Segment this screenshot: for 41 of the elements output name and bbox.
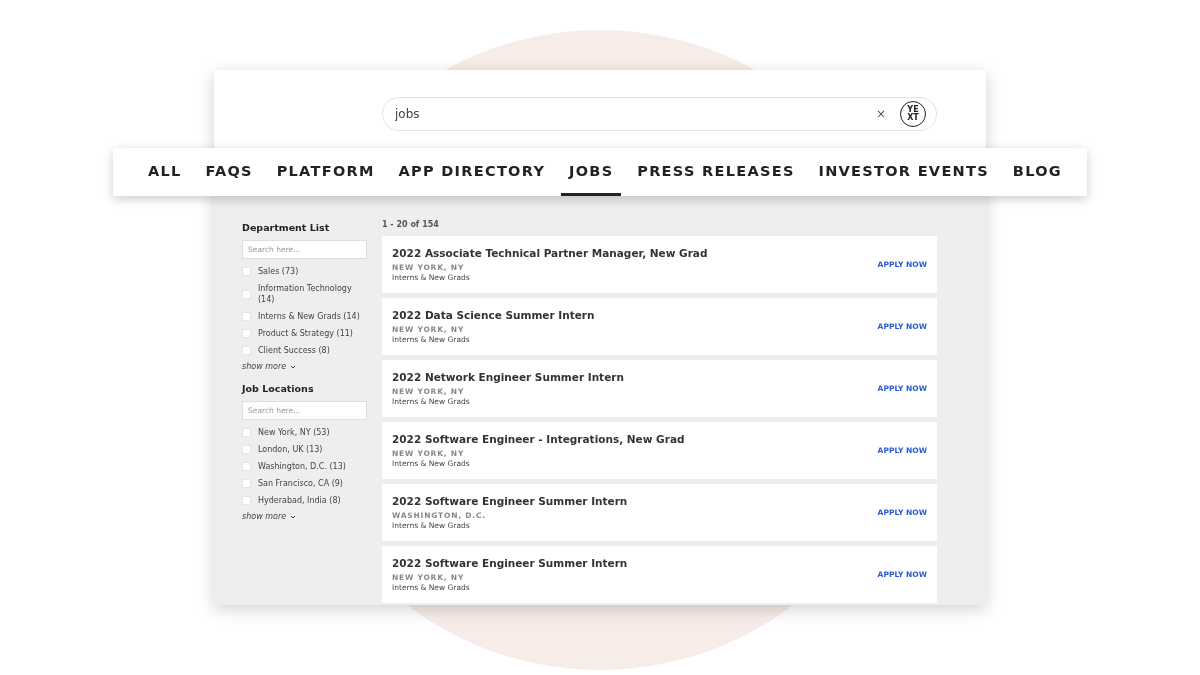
filter-option[interactable]: Information Technology (14): [242, 283, 368, 305]
tab[interactable]: APP DIRECTORY: [390, 148, 554, 196]
filter-option[interactable]: Product & Strategy (11): [242, 328, 368, 339]
checkbox[interactable]: [242, 346, 251, 355]
job-title: 2022 Software Engineer Summer Intern: [392, 495, 629, 507]
job-title: 2022 Associate Technical Partner Manager, New Grad: [392, 247, 709, 259]
filter-option[interactable]: Sales (73): [242, 266, 368, 277]
filter-option[interactable]: London, UK (13): [242, 444, 368, 455]
facet-title: Job Locations: [242, 383, 315, 394]
filter-option[interactable]: Client Success (8): [242, 345, 368, 356]
show-more-link[interactable]: show more: [242, 362, 368, 371]
filter-option[interactable]: New York, NY (53): [242, 427, 368, 438]
tab[interactable]: BLOG: [1004, 148, 1070, 196]
filter-option[interactable]: Interns & New Grads (14): [242, 311, 368, 322]
filter-option[interactable]: Washington, D.C. (13): [242, 461, 368, 472]
tab[interactable]: PLATFORM: [268, 148, 383, 196]
checkbox[interactable]: [242, 445, 251, 454]
filter-option[interactable]: San Francisco, CA (9): [242, 478, 368, 489]
filter-option[interactable]: Hyderabad, India (8): [242, 495, 368, 506]
checkbox[interactable]: [242, 289, 251, 299]
clear-button[interactable]: ×: [875, 107, 886, 121]
tab[interactable]: INVESTOR EVENTS: [810, 148, 997, 196]
checkbox[interactable]: [242, 496, 251, 505]
facet-title: Department List: [242, 222, 331, 233]
tab[interactable]: FAQS: [197, 148, 261, 196]
checkbox[interactable]: [242, 312, 251, 321]
job-title: 2022 Software Engineer - Integrations, New Grad: [392, 433, 686, 445]
tab[interactable]: ALL: [140, 148, 190, 196]
chevron-down-icon: [290, 364, 297, 369]
job-title: 2022 Data Science Summer Intern: [392, 309, 596, 321]
job-title: 2022 Software Engineer Summer Intern: [392, 557, 629, 569]
tab[interactable]: PRESS RELEASES: [629, 148, 803, 196]
job-title: 2022 Network Engineer Summer Intern: [392, 371, 625, 383]
checkbox[interactable]: [242, 267, 251, 276]
checkbox[interactable]: [242, 329, 251, 338]
checkbox[interactable]: [242, 428, 251, 437]
results-count: 1 - 20 of 154: [382, 220, 440, 229]
checkbox[interactable]: [242, 479, 251, 488]
show-more-link[interactable]: show more: [242, 512, 368, 521]
chevron-down-icon: [290, 514, 297, 519]
checkbox[interactable]: [242, 462, 251, 471]
